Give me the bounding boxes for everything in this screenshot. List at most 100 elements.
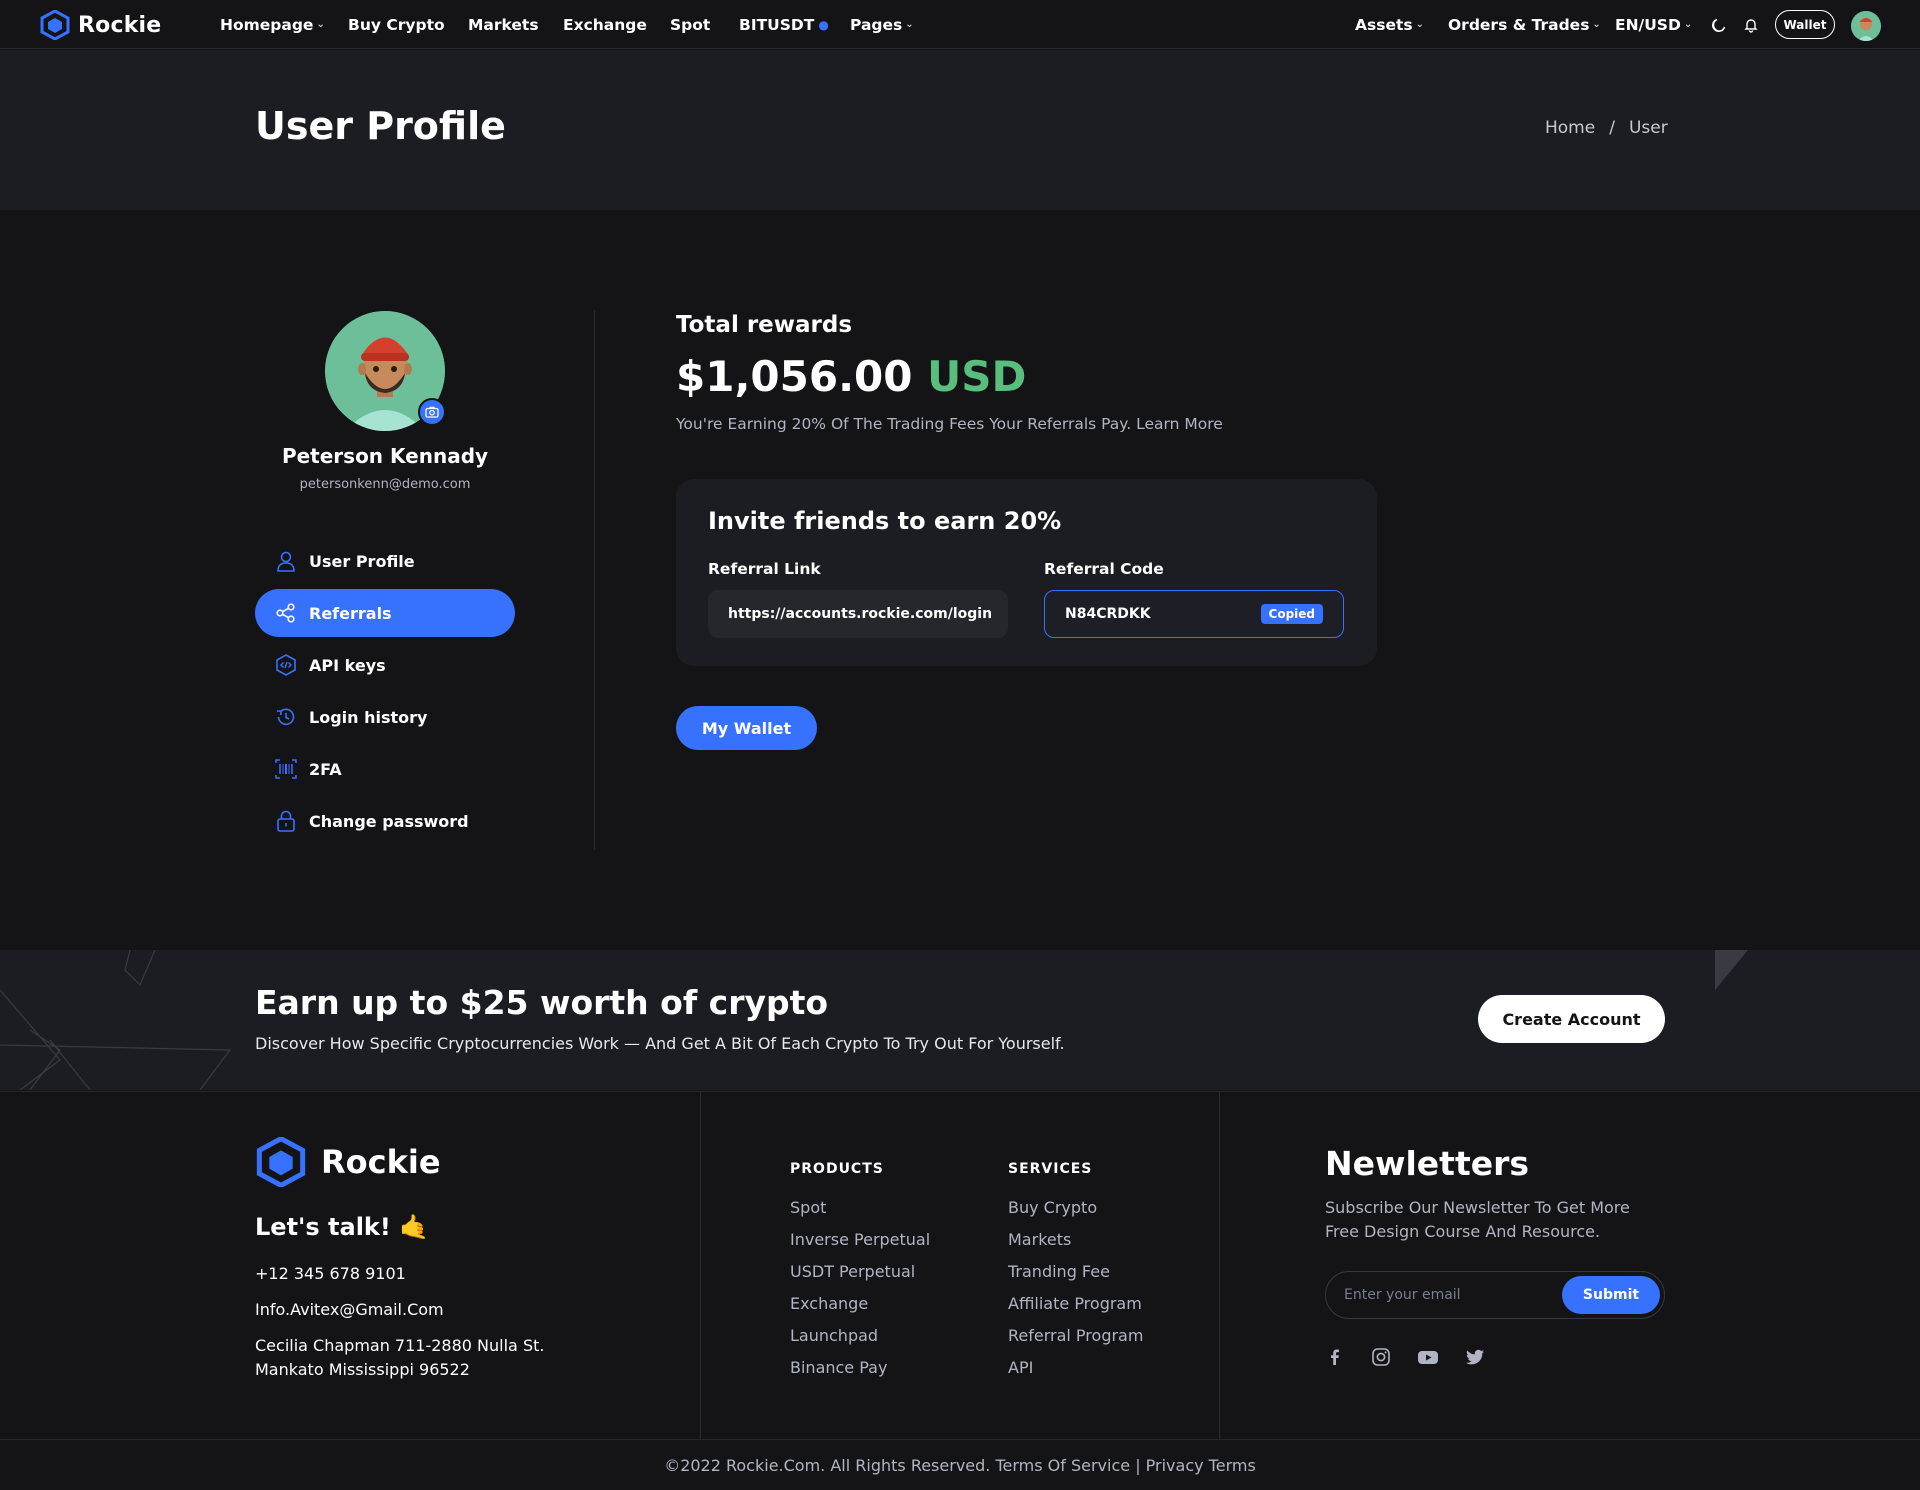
breadcrumb-current: User [1628, 118, 1668, 138]
history-icon [276, 708, 295, 726]
footer-address-line1: Cecilia Chapman 711-2880 Nulla St. [255, 1336, 545, 1355]
newsletter-description: Subscribe Our Newsletter To Get More Fre… [1325, 1198, 1630, 1241]
nav-assets[interactable]: Assets ⌄ [1355, 0, 1424, 49]
social-links [1325, 1347, 1485, 1367]
menu-item-2fa[interactable]: 2FA [255, 745, 515, 793]
footer-link[interactable]: Exchange [790, 1294, 930, 1326]
rewards-label: Total rewards [676, 312, 853, 338]
footer-link[interactable]: Tranding Fee [1008, 1262, 1143, 1294]
menu-item-label: User Profile [309, 551, 415, 571]
referral-link-value: https://accounts.rockie.com/login [728, 606, 993, 622]
rewards-currency: USD [927, 352, 1027, 401]
nav-label: EN/USD [1615, 15, 1681, 34]
page-title: User Profile [255, 104, 506, 148]
facebook-icon[interactable] [1325, 1347, 1345, 1367]
nav-label: Pages [850, 15, 903, 34]
user-avatar[interactable] [1851, 11, 1881, 41]
rewards-amount: $1,056.00 USD [676, 352, 1026, 401]
instagram-icon[interactable] [1371, 1347, 1391, 1367]
avatar-illustration [1851, 11, 1881, 41]
products-list: Spot Inverse Perpetual USDT Perpetual Ex… [790, 1198, 930, 1390]
menu-item-login-history[interactable]: Login history [255, 693, 515, 741]
barcode-icon [275, 759, 297, 779]
footer-link[interactable]: Affiliate Program [1008, 1294, 1143, 1326]
footer-link[interactable]: Markets [1008, 1230, 1143, 1262]
services-list: Buy Crypto Markets Tranding Fee Affiliat… [1008, 1198, 1143, 1390]
nav-pages[interactable]: Pages ⌄ [850, 0, 914, 49]
breadcrumb: Home / User [1545, 118, 1668, 138]
lets-talk-heading: Let's talk! 🤙 [255, 1213, 430, 1241]
wallet-button[interactable]: Wallet [1775, 10, 1835, 39]
footer-link[interactable]: Launchpad [790, 1326, 930, 1358]
menu-item-change-password[interactable]: Change password [255, 797, 515, 845]
products-heading: PRODUCTS [790, 1161, 884, 1177]
copied-badge[interactable]: Copied [1260, 604, 1323, 624]
nav-label: Homepage [220, 15, 314, 34]
referral-link-field[interactable]: https://accounts.rockie.com/login [708, 590, 1008, 638]
chevron-down-icon: ⌄ [1592, 19, 1601, 30]
menu-item-api-keys[interactable]: API keys [255, 641, 515, 689]
footer-link[interactable]: Referral Program [1008, 1326, 1143, 1358]
footer-logo[interactable]: Rockie [255, 1137, 441, 1187]
profile-menu: User Profile Referrals API keys Login hi… [255, 537, 515, 849]
chevron-down-icon: ⌄ [316, 19, 325, 30]
nav-buy-crypto[interactable]: Buy Crypto [348, 0, 445, 49]
nav-label: BITUSDT [739, 15, 815, 34]
newsletter-email-input[interactable] [1344, 1287, 1544, 1303]
menu-item-label: Login history [309, 707, 428, 727]
code-icon [276, 654, 296, 676]
youtube-icon[interactable] [1417, 1347, 1439, 1367]
menu-item-referrals[interactable]: Referrals [255, 589, 515, 637]
services-heading: SERVICES [1008, 1161, 1093, 1177]
copyright-bar: ©2022 Rockie.Com. All Rights Reserved. T… [0, 1439, 1920, 1490]
rockie-logo-icon [256, 1137, 306, 1187]
menu-item-label: Referrals [309, 603, 392, 623]
footer-link[interactable]: Binance Pay [790, 1358, 930, 1390]
footer-link[interactable]: Inverse Perpetual [790, 1230, 930, 1262]
nav-markets[interactable]: Markets [468, 0, 539, 49]
logo[interactable]: Rockie [40, 10, 161, 40]
footer-link[interactable]: Buy Crypto [1008, 1198, 1143, 1230]
sidebar-divider [594, 310, 595, 850]
moon-icon [1712, 18, 1726, 32]
nav-homepage[interactable]: Homepage ⌄ [220, 0, 325, 49]
newsletter-title: Newletters [1325, 1144, 1530, 1183]
newsletter-submit-button[interactable]: Submit [1562, 1276, 1660, 1314]
nav-label: Buy Crypto [348, 15, 445, 34]
breadcrumb-home[interactable]: Home [1545, 118, 1595, 138]
footer-divider [700, 1091, 701, 1439]
referral-code-field[interactable]: N84CRDKK Copied [1044, 590, 1344, 638]
nav-bitusdt[interactable]: BITUSDT ● [739, 0, 829, 49]
nav-spot[interactable]: Spot [670, 0, 710, 49]
dark-mode-toggle[interactable] [1709, 15, 1729, 35]
nav-orders-trades[interactable]: Orders & Trades ⌄ [1448, 0, 1601, 49]
menu-item-label: Change password [309, 811, 469, 831]
footer-phone[interactable]: +12 345 678 9101 [255, 1264, 406, 1283]
water-drop-icon: ● [818, 17, 829, 32]
chevron-down-icon: ⌄ [1415, 19, 1424, 30]
profile-email: petersonkenn@demo.com [299, 477, 471, 492]
nav-currency[interactable]: EN/USD ⌄ [1615, 0, 1692, 49]
footer-link[interactable]: Spot [790, 1198, 930, 1230]
profile-name: Peterson Kennady [281, 444, 489, 468]
invite-title: Invite friends to earn 20% [708, 507, 1062, 535]
bell-icon [1744, 19, 1758, 33]
footer-link[interactable]: API [1008, 1358, 1143, 1390]
footer-link[interactable]: USDT Perpetual [790, 1262, 930, 1294]
notifications-button[interactable] [1741, 15, 1761, 35]
footer-email[interactable]: Info.Avitex@Gmail.Com [255, 1300, 444, 1319]
nav-exchange[interactable]: Exchange [563, 0, 647, 49]
user-icon [277, 551, 295, 572]
my-wallet-button[interactable]: My Wallet [676, 706, 817, 750]
create-account-button[interactable]: Create Account [1478, 995, 1665, 1043]
change-avatar-button[interactable] [418, 398, 446, 426]
cta-title: Earn up to $25 worth of crypto [255, 983, 829, 1022]
twitter-icon[interactable] [1465, 1347, 1485, 1367]
nav-label: Assets [1355, 15, 1413, 34]
rewards-description: You're Earning 20% Of The Trading Fees Y… [676, 415, 1223, 433]
menu-item-user-profile[interactable]: User Profile [255, 537, 515, 585]
referral-code-value: N84CRDKK [1065, 606, 1151, 622]
cta-description: Discover How Specific Cryptocurrencies W… [255, 1034, 1065, 1053]
referral-link-label: Referral Link [708, 560, 821, 578]
nav-label: Markets [468, 15, 539, 34]
